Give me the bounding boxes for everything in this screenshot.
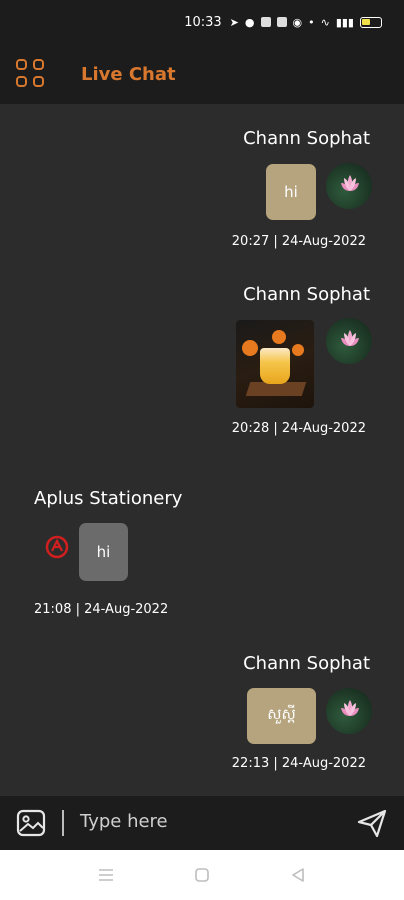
send-icon[interactable] [356,808,388,838]
store-logo-icon[interactable] [44,534,70,560]
app-header: Live Chat [0,44,404,104]
message-sender: Chann Sophat [243,128,370,149]
message-sender: Aplus Stationery [34,488,183,509]
message-sender: Chann Sophat [243,284,370,305]
message-bubble[interactable]: hi [266,164,316,220]
menu-grid-icon[interactable] [16,59,46,89]
back-nav-icon[interactable] [289,866,307,884]
message-bubble[interactable]: សួស្ដី [247,688,316,744]
message-image[interactable] [236,320,314,408]
user-avatar[interactable] [326,318,372,364]
chat-area[interactable]: Chann Sophat hi 20:27 | 24-Aug-2022 Chan… [0,104,404,796]
user-avatar[interactable] [326,163,372,209]
image-picker-icon[interactable] [16,809,46,837]
status-time: 10:33 [184,14,222,30]
home-nav-icon[interactable] [193,866,211,884]
status-icons: ➤ ● ◉ • ∿ ▮▮▮ [230,16,382,29]
menu-nav-icon[interactable] [97,866,115,884]
signal-icon: ▮▮▮ [335,15,354,29]
lotus-icon [341,175,359,191]
user-avatar[interactable] [326,688,372,734]
status-bar: 10:33 ➤ ● ◉ • ∿ ▮▮▮ [0,0,404,44]
app-icon [260,17,271,27]
system-nav-bar [0,850,404,900]
lotus-icon [341,330,359,346]
message-input-bar: Type here [0,796,404,850]
message-timestamp: 20:28 | 24-Aug-2022 [231,421,366,436]
message-timestamp: 20:27 | 24-Aug-2022 [231,234,366,249]
message-timestamp: 22:13 | 24-Aug-2022 [231,756,366,771]
mail-icon [276,17,287,27]
telegram-icon: ➤ [229,15,239,29]
vibrate-icon: ∿ [320,15,330,29]
page-title: Live Chat [81,63,176,85]
messenger-icon: ● [244,15,255,29]
message-sender: Chann Sophat [243,653,370,674]
dot-icon: • [308,15,315,29]
input-divider [62,810,64,836]
message-input[interactable]: Type here [80,811,168,832]
notification-icon: ◉ [292,15,303,29]
message-timestamp: 21:08 | 24-Aug-2022 [34,602,169,617]
battery-icon [360,16,382,28]
message-bubble[interactable]: hi [79,523,128,581]
lotus-icon [341,700,359,716]
